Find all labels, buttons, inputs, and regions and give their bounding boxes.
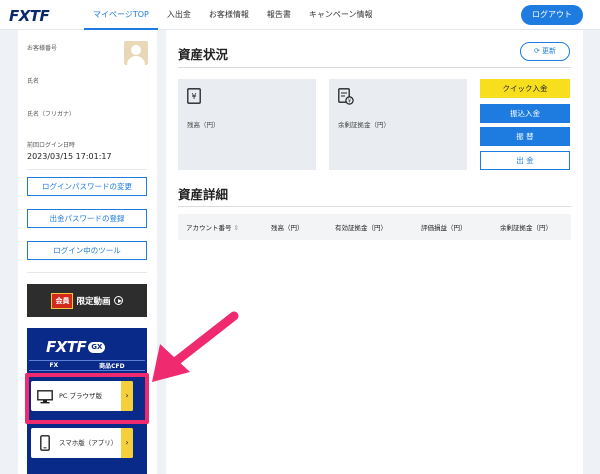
active-login-tools-button[interactable]: ログイン中のツール — [27, 241, 147, 260]
svg-text:¥: ¥ — [191, 92, 196, 101]
nav-campaigns[interactable]: キャンペーン情報 — [300, 0, 382, 30]
customer-number-label: お客様番号 — [27, 45, 58, 52]
col-account-number[interactable]: アカウント番号 ⇕ — [186, 222, 239, 232]
nav-deposit-withdrawal[interactable]: 入出金 — [158, 0, 200, 30]
asset-details-table-header: アカウント番号 ⇕ 残高（円） 有効証拠金（円） 評価損益（円） 余剰証拠金（円… — [178, 214, 571, 240]
change-login-password-button[interactable]: ログインパスワードの変更 — [27, 177, 147, 196]
divider — [27, 272, 147, 273]
members-video-banner[interactable]: 会員 限定動画 — [27, 284, 147, 317]
main-nav: マイページTOP 入出金 お客様情報 報告書 キャンペーン情報 — [84, 0, 381, 30]
tag-cfd: 商品CFD — [99, 363, 125, 370]
surplus-margin-card: ¥ 余剰証拠金（円） — [329, 79, 467, 170]
nav-reports[interactable]: 報告書 — [258, 0, 300, 30]
col-unrealized-pl: 評価損益（円） — [421, 224, 467, 232]
gx-product-tags: FX 商品CFD — [29, 360, 145, 371]
refresh-button[interactable]: ⟳ 更新 — [520, 42, 570, 61]
register-withdrawal-password-button[interactable]: 出金パスワードの登録 — [27, 209, 147, 228]
tag-fx: FX — [49, 362, 59, 369]
gx-logo: FXTF GX — [46, 338, 106, 356]
svg-text:¥: ¥ — [348, 99, 351, 105]
bank-transfer-deposit-button[interactable]: 振込入金 — [480, 104, 570, 123]
col-effective-margin: 有効証拠金（円） — [335, 224, 387, 232]
name-kana-label: 氏名（フリガナ） — [27, 111, 76, 118]
col-balance: 残高（円） — [271, 224, 304, 232]
quick-deposit-button[interactable]: クイック入金 — [480, 79, 570, 98]
logout-button[interactable]: ログアウト — [521, 5, 583, 25]
section-divider — [178, 67, 571, 68]
balance-card: ¥ 残高（円） — [178, 79, 316, 170]
asset-details-title: 資産詳細 — [178, 187, 229, 202]
play-icon — [113, 296, 123, 305]
smartphone-app-button[interactable]: スマホ版（アプリ） › — [31, 428, 133, 458]
margin-document-icon: ¥ — [338, 88, 354, 109]
chevron-right-icon: › — [121, 428, 133, 458]
balance-label: 残高（円） — [187, 121, 220, 129]
surplus-margin-label: 余剰証拠金（円） — [338, 121, 390, 129]
section-divider — [178, 206, 571, 207]
assets-status-title: 資産状況 — [178, 47, 229, 62]
col-surplus-margin: 余剰証拠金（円） — [500, 224, 552, 232]
main-content: 資産状況 ⟳ 更新 ¥ 残高（円） ¥ 余剰証拠金（円） クイック入金 振込入金… — [166, 30, 583, 474]
nav-mypage-top[interactable]: マイページTOP — [84, 0, 158, 30]
avatar — [124, 41, 148, 65]
top-header: FXTF マイページTOP 入出金 お客様情報 報告書 キャンペーン情報 ログア… — [0, 0, 600, 30]
divider — [27, 169, 147, 170]
nav-customer-info[interactable]: お客様情報 — [200, 0, 258, 30]
yen-icon: ¥ — [187, 88, 201, 108]
name-label: 氏名 — [27, 78, 40, 85]
fxtf-logo[interactable]: FXTF — [9, 7, 50, 25]
last-login-label: 前回ログイン日時 — [27, 142, 76, 149]
highlight-box — [25, 373, 149, 424]
refresh-icon: ⟳ — [533, 47, 540, 55]
withdrawal-button[interactable]: 出 金 — [480, 151, 570, 170]
members-badge: 会員 — [51, 292, 74, 309]
smartphone-icon — [40, 435, 50, 455]
video-banner-text: 限定動画 — [76, 296, 111, 307]
last-login-value: 2023/03/15 17:01:17 — [27, 152, 112, 161]
transfer-button[interactable]: 振 替 — [480, 127, 570, 146]
sort-icon: ⇕ — [233, 224, 240, 232]
